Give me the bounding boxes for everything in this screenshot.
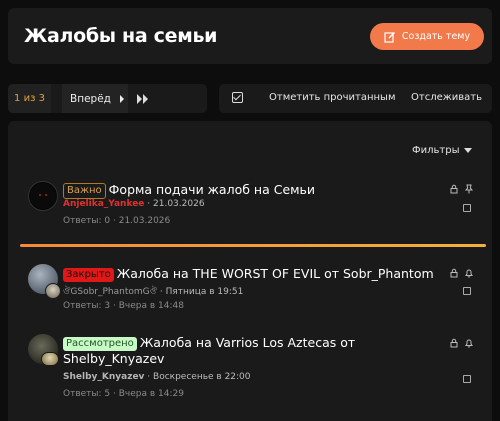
last-page-icon[interactable] xyxy=(136,92,150,106)
thread-date: Пятница в 19:51 xyxy=(165,287,244,297)
bell-icon xyxy=(465,339,473,348)
lock-icon xyxy=(450,338,458,348)
thread-title-text: Жалоба на THE WORST OF EVIL от Sobr_Phan… xyxy=(116,266,434,281)
badge-reviewed: Рассмотрено xyxy=(63,337,137,351)
caret-down-icon xyxy=(464,148,473,153)
author-link[interactable]: ঔGSobr_PhantomGঔ xyxy=(63,287,157,297)
create-thread-label: Создать тему xyxy=(401,31,471,42)
thread-title[interactable]: Рассмотрено Жалоба на Varrios Los Aztecas… xyxy=(63,335,355,366)
thread-row[interactable]: Закрыто Жалоба на THE WORST OF EVIL от So… xyxy=(8,263,492,323)
thread-stats: Ответы: 5 · Вчера в 14:29 xyxy=(63,389,184,399)
next-page-button[interactable]: Вперёд xyxy=(62,84,128,113)
secondary-avatar[interactable] xyxy=(41,352,59,366)
pagination: 1 из 3 Вперёд xyxy=(8,84,207,113)
filters-label: Фильтры xyxy=(412,145,460,156)
thread-title[interactable]: Закрыто Жалоба на THE WORST OF EVIL от So… xyxy=(63,266,434,282)
secondary-avatar[interactable] xyxy=(45,283,61,299)
thread-date: 21.03.2026 xyxy=(153,199,205,209)
thread-list: Фильтры Важно Форма подачи жалоб на Семьи… xyxy=(8,121,492,421)
lock-icon xyxy=(450,184,458,194)
edit-icon xyxy=(384,31,395,43)
select-checkbox[interactable] xyxy=(463,375,471,383)
chevron-right-icon xyxy=(119,94,124,103)
author-link[interactable]: Anjelika_Yankee xyxy=(63,199,144,209)
thread-title-text: Форма подачи жалоб на Семьи xyxy=(108,182,316,197)
thread-meta: Anjelika_Yankee · 21.03.2026 xyxy=(63,199,205,209)
sticky-divider xyxy=(20,244,486,247)
mark-read-button[interactable]: Отметить прочитанным xyxy=(269,92,396,103)
thread-title-text-line2: Shelby_Knyazev xyxy=(63,351,165,366)
select-checkbox[interactable] xyxy=(463,204,471,212)
thread-title[interactable]: Важно Форма подачи жалоб на Семьи xyxy=(63,182,315,199)
thread-meta: ঔGSobr_PhantomGঔ · Пятница в 19:51 xyxy=(63,287,244,297)
badge-closed: Закрыто xyxy=(63,268,114,282)
thread-stats: Ответы: 0 · 21.03.2026 xyxy=(63,216,171,226)
thread-actions: Отметить прочитанным Отслеживать xyxy=(219,84,492,113)
mark-read-icon[interactable] xyxy=(232,92,243,103)
watch-button[interactable]: Отслеживать xyxy=(411,92,482,103)
thread-title-text: Жалоба на Varrios Los Aztecas от xyxy=(139,335,356,350)
filters-button[interactable]: Фильтры xyxy=(412,145,473,156)
author-link[interactable]: Shelby_Knyazev xyxy=(63,372,144,382)
page-title: Жалобы на семьи xyxy=(24,25,218,47)
thread-row[interactable]: Рассмотрено Жалоба на Varrios Los Aztecas… xyxy=(8,331,492,406)
badge-important: Важно xyxy=(63,183,106,199)
page-indicator[interactable]: 1 из 3 xyxy=(8,84,51,113)
pin-icon xyxy=(464,184,474,194)
lock-icon xyxy=(450,268,458,278)
thread-date: Воскресенье в 22:00 xyxy=(153,372,251,382)
thread-stats: Ответы: 3 · Вчера в 14:48 xyxy=(63,301,184,311)
next-page-label: Вперёд xyxy=(70,92,111,105)
avatar[interactable] xyxy=(28,181,58,211)
bell-icon xyxy=(465,269,473,278)
avatar-image xyxy=(30,183,56,209)
page-header: Жалобы на семьи Создать тему xyxy=(8,8,492,64)
thread-row[interactable]: Важно Форма подачи жалоб на Семьи Anjelik… xyxy=(8,177,492,237)
create-thread-button[interactable]: Создать тему xyxy=(370,23,484,50)
select-checkbox[interactable] xyxy=(463,287,471,295)
thread-meta: Shelby_Knyazev · Воскресенье в 22:00 xyxy=(63,372,251,382)
